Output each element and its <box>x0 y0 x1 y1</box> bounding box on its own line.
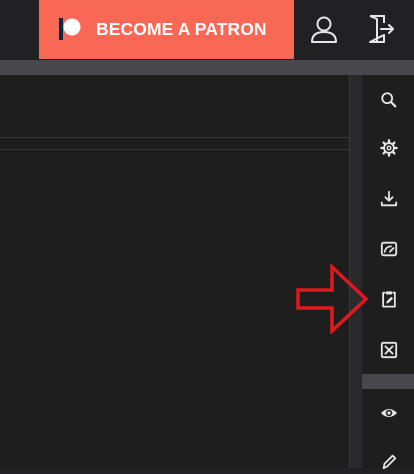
clipboard-edit-button[interactable] <box>376 286 402 312</box>
red-arrow-annotation <box>296 264 368 334</box>
clipboard-edit-icon <box>382 291 396 308</box>
toolbar-divider <box>0 60 362 75</box>
eye-icon <box>380 408 398 418</box>
settings-button[interactable] <box>376 135 402 161</box>
download-icon <box>380 190 398 207</box>
gear-icon <box>380 139 398 157</box>
top-bar: BECOME A PATRON <box>0 0 414 60</box>
pencil-icon <box>382 454 397 470</box>
close-box-icon <box>380 341 398 359</box>
user-icon[interactable] <box>309 14 339 44</box>
tool-panel-top-edge <box>362 60 414 75</box>
editor-gridline <box>0 149 349 150</box>
gauge-button[interactable] <box>376 236 402 262</box>
search-icon <box>381 92 397 108</box>
search-button[interactable] <box>376 87 402 113</box>
become-a-patron-button[interactable]: BECOME A PATRON <box>39 0 294 59</box>
tool-panel-gap <box>362 374 414 389</box>
preview-button[interactable] <box>376 400 402 426</box>
download-button[interactable] <box>376 186 402 212</box>
patreon-logo-icon <box>59 18 81 40</box>
become-a-patron-label: BECOME A PATRON <box>96 19 267 39</box>
logout-icon[interactable] <box>365 14 395 44</box>
gauge-icon <box>380 241 398 257</box>
edit-button[interactable] <box>376 448 402 474</box>
editor-gridline <box>0 137 349 138</box>
close-box-button[interactable] <box>376 337 402 363</box>
side-tool-panel <box>362 75 414 374</box>
